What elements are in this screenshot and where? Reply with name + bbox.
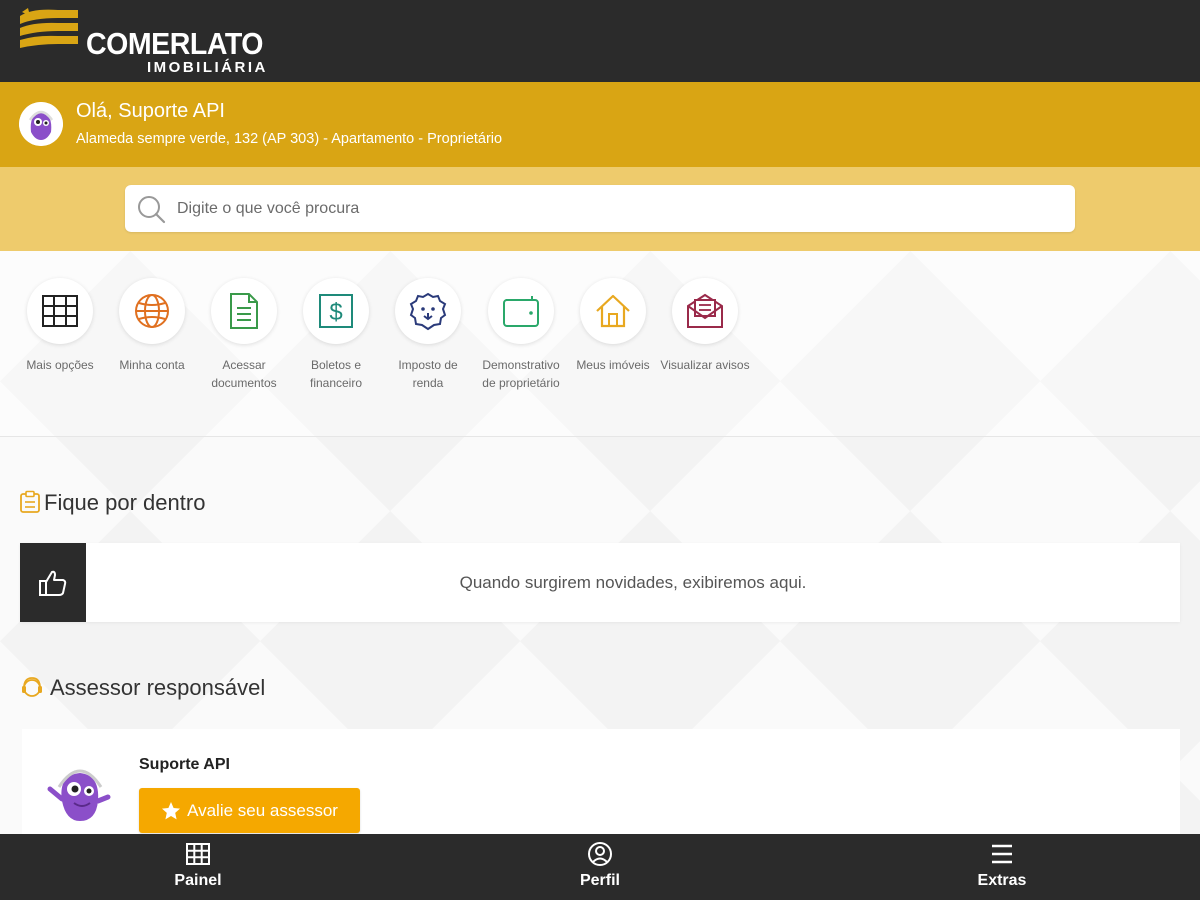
shortcut-label: Demonstrativo de proprietário [482, 358, 560, 390]
brand-logo[interactable]: COMERLATO IMOBILIÁRIA [18, 6, 288, 78]
nav-perfil[interactable]: Perfil [530, 834, 670, 900]
shortcut-demonstrativo[interactable]: Demonstrativo de proprietário [474, 278, 568, 392]
shortcut-minha-conta[interactable]: Minha conta [106, 278, 198, 374]
news-section-title: Fique por dentro [44, 490, 206, 515]
wallet-icon [503, 296, 539, 327]
avatar[interactable] [19, 102, 63, 146]
shortcut-icon-circle [395, 278, 461, 344]
nav-label: Painel [174, 872, 222, 889]
rate-advisor-button[interactable]: Avalie seu assessor [139, 788, 360, 833]
shortcut-label: Mais opções [26, 358, 94, 372]
nav-extras[interactable]: Extras [932, 834, 1072, 900]
shortcut-imposto-renda[interactable]: Imposto de renda [382, 278, 474, 392]
search-band [0, 167, 1200, 251]
brand-subtitle: IMOBILIÁRIA [147, 59, 268, 76]
star-icon [162, 801, 181, 819]
news-thumbnail [20, 543, 86, 622]
shortcuts-bar: Mais opções Minha conta Acessar document… [0, 251, 1200, 437]
rate-advisor-label: Avalie seu assessor [187, 800, 338, 820]
shortcut-label: Imposto de renda [398, 358, 458, 390]
shortcut-icon-circle [211, 278, 277, 344]
nav-label: Extras [977, 872, 1027, 889]
clipboard-icon [20, 490, 40, 513]
advisor-section-title: Assessor responsável [50, 675, 266, 700]
globe-icon [135, 294, 169, 328]
dollar-icon: $ [319, 294, 353, 328]
news-empty-message: Quando surgirem novidades, exibiremos aq… [459, 573, 807, 592]
news-card: Quando surgirem novidades, exibiremos aq… [20, 543, 1180, 622]
search-input[interactable] [177, 185, 1057, 232]
advisor-name: Suporte API [139, 756, 230, 773]
shortcut-icon-circle [27, 278, 93, 344]
purple-monster-mascot-icon [47, 769, 111, 821]
shortcut-mais-opcoes[interactable]: Mais opções [14, 278, 106, 374]
property-address: Alameda sempre verde, 132 (AP 303) - Apa… [76, 131, 503, 147]
shortcut-boletos-financeiro[interactable]: $ Boletos e financeiro [290, 278, 382, 392]
logo-swoosh-icon [20, 8, 78, 48]
nav-label: Perfil [579, 872, 620, 889]
user-circle-icon [588, 842, 612, 866]
grid-icon [186, 843, 210, 865]
headset-icon [22, 677, 42, 697]
house-icon [596, 294, 630, 328]
shortcut-label: Boletos e financeiro [309, 358, 363, 390]
bottom-navigation: Painel Perfil Extras [0, 834, 1200, 900]
shortcut-label: Visualizar avisos [660, 358, 750, 372]
shortcut-icon-circle [580, 278, 646, 344]
svg-text:$: $ [329, 299, 342, 326]
shortcut-icon-circle [672, 278, 738, 344]
lion-icon [409, 292, 447, 331]
shortcut-meus-imoveis[interactable]: Meus imóveis [567, 278, 659, 374]
purple-monster-mascot-icon [19, 102, 63, 146]
user-info-bar: Olá, Suporte API Alameda sempre verde, 1… [0, 82, 1200, 167]
search-box[interactable] [125, 185, 1075, 232]
shortcut-visualizar-avisos[interactable]: Visualizar avisos [659, 278, 751, 374]
shortcut-label: Acessar documentos [211, 358, 277, 390]
thumbs-up-icon [39, 570, 67, 596]
shortcut-icon-circle: $ [303, 278, 369, 344]
envelope-icon [687, 293, 723, 328]
shortcut-acessar-documentos[interactable]: Acessar documentos [198, 278, 290, 392]
main-content: Mais opções Minha conta Acessar document… [0, 251, 1200, 839]
advisor-card: Suporte API Avalie seu assessor [22, 729, 1180, 839]
greeting-text: Olá, Suporte API [76, 100, 225, 122]
shortcut-label: Meus imóveis [576, 358, 650, 372]
nav-painel[interactable]: Painel [128, 834, 268, 900]
search-icon [138, 196, 166, 224]
grid-icon [42, 295, 78, 327]
shortcut-label: Minha conta [119, 358, 185, 372]
shortcut-icon-circle [119, 278, 185, 344]
brand-name: COMERLATO [86, 26, 264, 61]
document-icon [230, 293, 258, 329]
menu-icon [992, 844, 1012, 864]
shortcut-icon-circle [488, 278, 554, 344]
app-header: COMERLATO IMOBILIÁRIA [0, 0, 1200, 82]
